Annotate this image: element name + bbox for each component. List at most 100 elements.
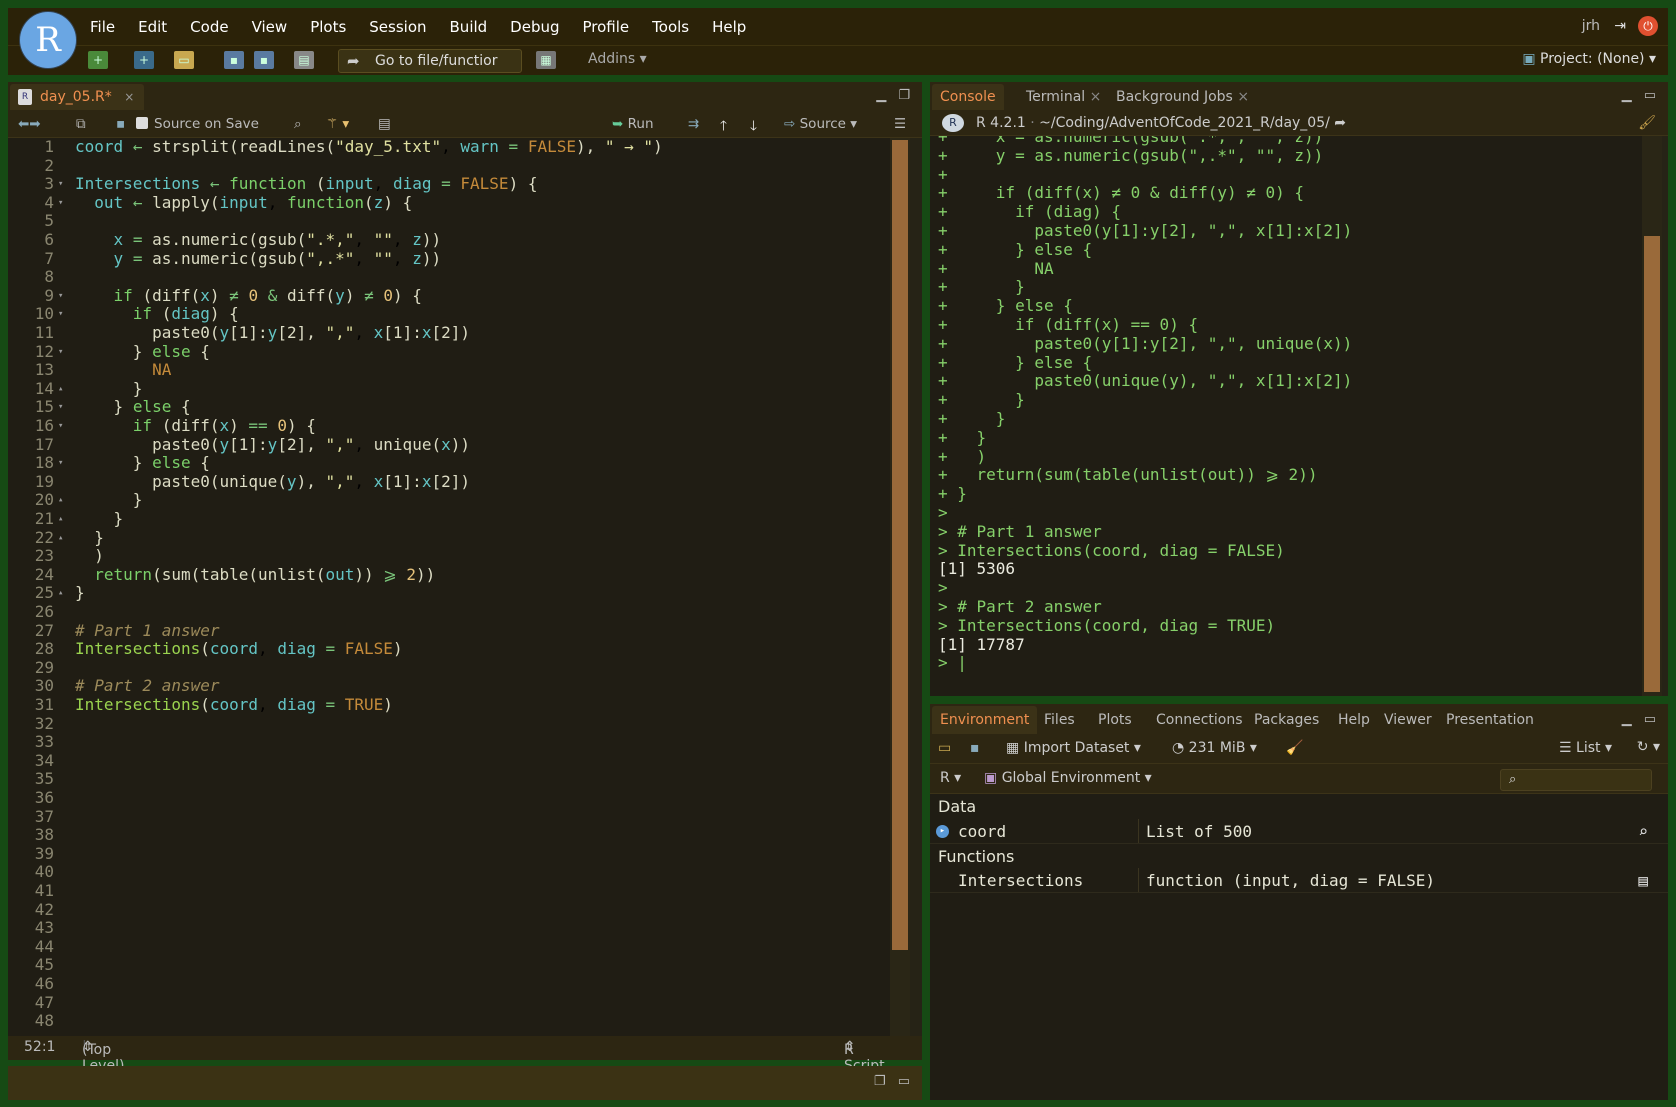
tab-terminal[interactable]: Terminal × — [1018, 84, 1109, 110]
import-dataset-button[interactable]: ▦ Import Dataset ▾ — [1006, 740, 1141, 756]
view-function-icon[interactable]: ▤ — [1638, 868, 1648, 893]
memory-usage-button[interactable]: ◔ 231 MiB ▾ — [1172, 740, 1257, 756]
logout-icon[interactable]: ⇥ — [1614, 18, 1626, 34]
code-line: 22 ▴ } — [8, 528, 890, 548]
menu-build[interactable]: Build — [450, 18, 488, 36]
line-number: 39 — [34, 843, 54, 863]
close-icon[interactable]: × — [1090, 89, 1102, 105]
code-line: 5 — [8, 212, 890, 231]
addins-menu[interactable]: Addins ▾ — [588, 51, 647, 67]
clear-console-icon[interactable]: 🖌 — [1638, 110, 1656, 136]
down-arrow-icon[interactable]: 🡓 — [750, 116, 757, 139]
menu-session[interactable]: Session — [369, 18, 426, 36]
code-tools-icon[interactable]: ⚚ ▾ — [326, 116, 349, 132]
outline-icon[interactable]: ☰ — [894, 116, 906, 132]
scope-selector[interactable]: (Top Level) ⇕ — [82, 1039, 124, 1074]
menu-file[interactable]: File — [90, 18, 115, 36]
close-icon[interactable]: × — [124, 90, 134, 104]
up-arrow-icon[interactable]: 🡑 — [720, 116, 727, 139]
tab-background-jobs[interactable]: Background Jobs × — [1108, 84, 1257, 110]
goto-dir-icon[interactable]: ➦ — [1334, 115, 1346, 131]
grid-layout-icon[interactable]: ▦ — [536, 51, 556, 69]
console-info-bar: R R 4.2.1 · ~/Coding/AdventOfCode_2021_R… — [930, 110, 1668, 136]
menu-tools[interactable]: Tools — [652, 18, 689, 36]
code-editor[interactable]: 1 coord ← strsplit(readLines("day_5.txt",… — [8, 138, 890, 1036]
code-line: 10 ▾ if (diag) { — [8, 305, 890, 324]
code-line: 23 ) — [8, 546, 890, 566]
broom-icon[interactable]: 🧹 — [1286, 740, 1303, 756]
source-button[interactable]: ⇨ Source ▾ — [784, 116, 857, 132]
save-workspace-icon[interactable]: ▪ — [970, 740, 980, 756]
line-number: 32 — [34, 713, 54, 733]
menu-view[interactable]: View — [252, 18, 288, 36]
save-all-icon[interactable]: ▪ — [254, 51, 274, 69]
line-number: 24 — [34, 564, 54, 584]
tab-packages[interactable]: Packages — [1246, 706, 1327, 732]
line-number: 3 — [44, 174, 54, 194]
pane-minmax-icon[interactable]: ▁ ▭ — [1622, 88, 1660, 103]
compile-report-icon[interactable]: ▤ — [378, 116, 391, 132]
project-icon: ▣ — [1522, 51, 1536, 67]
code-line: 12 ▾ } else { — [8, 342, 890, 362]
tab-help-label: Help — [1338, 712, 1370, 728]
tab-presentation[interactable]: Presentation — [1438, 706, 1542, 732]
console-output[interactable]: + x = as.numeric(gsub(".*,", "", z)) + y … — [930, 136, 1642, 696]
save-icon[interactable]: ▪ — [224, 51, 244, 69]
minimized-pane: ❐ ▭ — [8, 1066, 922, 1100]
goto-file-input[interactable]: ➦ Go to file/functior — [338, 49, 522, 73]
pane-minmax-icon[interactable]: ▁ ❐ — [876, 88, 914, 103]
tab-plots[interactable]: Plots — [1090, 706, 1140, 732]
section-header-functions: Functions — [930, 844, 1668, 869]
close-icon[interactable]: × — [1237, 89, 1249, 105]
show-in-window-icon[interactable]: ⧉ — [76, 116, 86, 132]
load-workspace-icon[interactable]: ▭ — [938, 740, 951, 756]
tab-help[interactable]: Help — [1330, 706, 1378, 732]
language-selector[interactable]: R ▾ — [940, 770, 961, 786]
back-forward-icon[interactable]: ⬅➡ — [18, 116, 41, 132]
working-directory[interactable]: ~/Coding/AdventOfCode_2021_R/day_05/ — [1039, 115, 1330, 131]
r-file-icon: R — [18, 89, 32, 105]
file-type-selector[interactable]: R Script ⇕ — [844, 1039, 885, 1074]
environment-search-input[interactable]: ⌕ — [1500, 769, 1652, 791]
find-icon[interactable]: ⌕ — [294, 116, 302, 132]
tab-files[interactable]: Files — [1036, 706, 1083, 732]
save-file-icon[interactable]: ▪ — [116, 116, 125, 132]
expand-icon[interactable]: ▸ — [936, 825, 949, 838]
menu-help[interactable]: Help — [712, 18, 746, 36]
tab-viewer[interactable]: Viewer — [1376, 706, 1440, 732]
run-button[interactable]: ➥ Run — [612, 116, 654, 132]
menu-debug[interactable]: Debug — [510, 18, 559, 36]
tab-connections[interactable]: Connections — [1148, 706, 1251, 732]
scrollbar-thumb[interactable] — [892, 140, 908, 950]
open-file-icon[interactable]: ▭ — [174, 51, 194, 69]
line-number: 19 — [34, 471, 54, 491]
tab-environment[interactable]: Environment — [932, 706, 1038, 734]
editor-scrollbar[interactable] — [890, 138, 910, 1036]
new-file-icon[interactable]: + — [88, 51, 108, 69]
env-row-coord[interactable]: ▸ coord List of 500 ⌕ — [930, 819, 1668, 844]
editor-tab-day05[interactable]: R day_05.R* × — [10, 84, 145, 110]
pane-minmax-icon[interactable]: ▁ ▭ — [1622, 712, 1660, 727]
refresh-icon[interactable]: ↻ ▾ — [1637, 739, 1660, 755]
code-line: 38 — [8, 826, 890, 845]
scrollbar-thumb[interactable] — [1644, 236, 1660, 692]
source-on-save-checkbox[interactable]: Source on Save — [136, 116, 259, 132]
print-icon[interactable]: ▤ — [294, 51, 314, 69]
console-scrollbar[interactable] — [1642, 136, 1662, 696]
restore-pane-icon[interactable]: ❐ ▭ — [874, 1074, 914, 1089]
code-line: 13 NA — [8, 360, 890, 380]
view-mode-selector[interactable]: ☰ List ▾ — [1559, 740, 1612, 756]
new-project-icon[interactable]: + — [134, 51, 154, 69]
scope-selector[interactable]: ▣ Global Environment ▾ — [984, 770, 1152, 786]
tab-console-label: Console — [940, 89, 996, 105]
env-row-intersections[interactable]: Intersections function (input, diag = FA… — [930, 868, 1668, 893]
tab-console[interactable]: Console — [932, 84, 1004, 110]
menu-plots[interactable]: Plots — [310, 18, 346, 36]
rerun-icon[interactable]: ⇉ — [688, 116, 699, 132]
power-icon[interactable]: ⏻ — [1638, 16, 1658, 36]
project-menu[interactable]: ▣ Project: (None) ▾ — [1522, 51, 1656, 67]
menu-edit[interactable]: Edit — [138, 18, 167, 36]
menu-profile[interactable]: Profile — [583, 18, 630, 36]
menu-code[interactable]: Code — [190, 18, 228, 36]
view-data-icon[interactable]: ⌕ — [1638, 819, 1648, 844]
